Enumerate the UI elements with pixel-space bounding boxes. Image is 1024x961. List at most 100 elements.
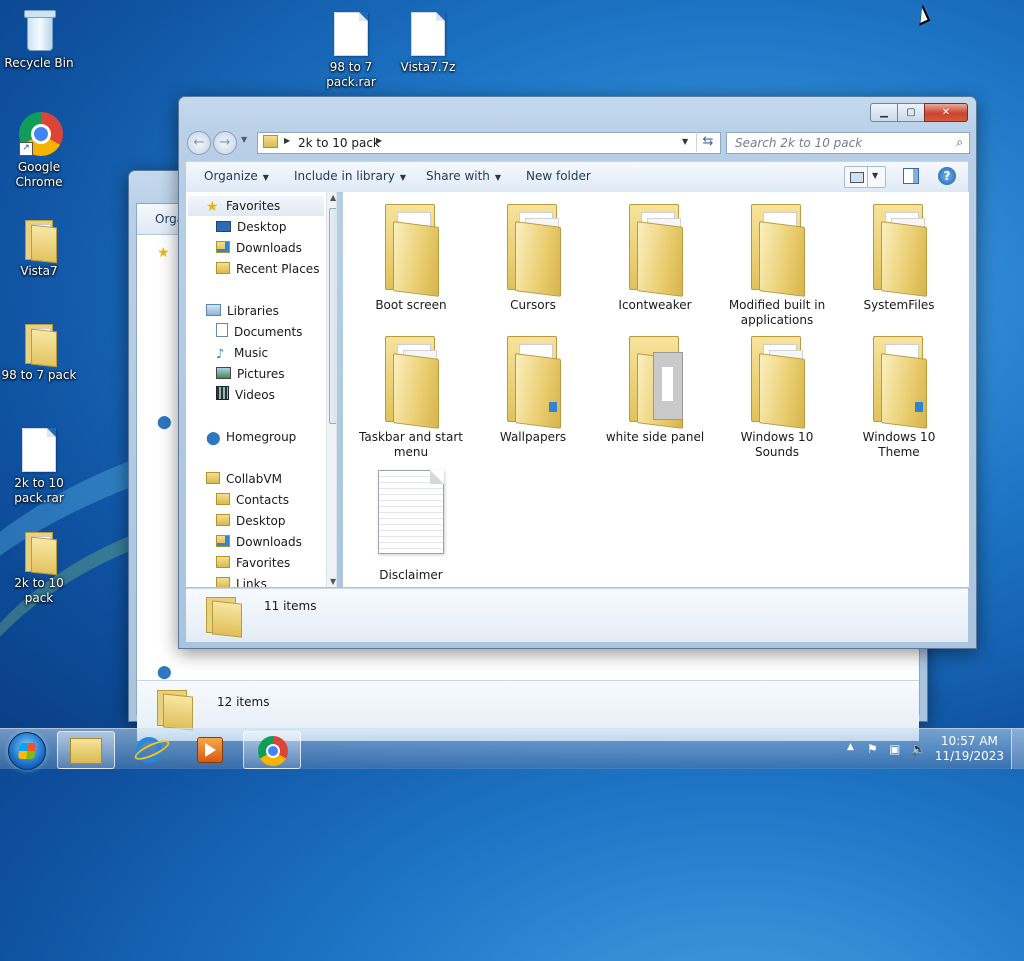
desktop-icon-98-to-7-pack-rar[interactable]: 98 to 7 pack.rar <box>313 12 389 90</box>
nav-user-folder[interactable]: CollabVM <box>206 469 282 489</box>
desktop-icon-98-to-7-pack[interactable]: 98 to 7 pack <box>1 320 77 383</box>
explorer-window[interactable]: ▁ ▢ ✕ ← → ▼ ▶ 2k to 10 pack ▶ ▼ ⇆ Search… <box>178 96 977 649</box>
address-bar[interactable]: ▶ 2k to 10 pack ▶ ▼ ⇆ <box>257 132 721 154</box>
desktop-icon <box>216 221 231 232</box>
show-hidden-icons-icon[interactable]: ▲ <box>847 742 854 752</box>
desktop-icon-google-chrome[interactable]: ↗ Google Chrome <box>1 112 77 190</box>
volume-muted-icon[interactable]: 🔈 <box>911 742 926 756</box>
help-icon[interactable]: ? <box>938 167 956 185</box>
videos-icon <box>216 386 229 400</box>
nav-videos[interactable]: Videos <box>216 385 275 405</box>
clock[interactable]: 10:57 AM 11/19/2023 <box>935 734 1004 764</box>
change-view-button[interactable]: ▼ <box>844 166 886 188</box>
desktop-icon-vista7[interactable]: Vista7 <box>1 216 77 279</box>
nav-libraries[interactable]: Libraries <box>206 301 279 321</box>
folder-icon <box>379 332 443 429</box>
folder-item[interactable]: Boot screen <box>359 200 463 313</box>
refresh-button[interactable]: ⇆ <box>696 132 719 152</box>
system-tray: ▲ ⚑ ▣ 🔈 10:57 AM 11/19/2023 <box>834 729 1024 769</box>
libraries-icon <box>206 304 221 316</box>
network-icon[interactable]: ▣ <box>889 742 900 756</box>
item-label: white side panel <box>605 430 705 444</box>
file-list: Boot screen Cursors Icontweaker Modified… <box>343 192 969 587</box>
nav-desktop[interactable]: Desktop <box>216 217 287 237</box>
nav-links[interactable]: Links <box>216 574 267 587</box>
nav-favorites[interactable]: ★ Favorites <box>188 196 324 216</box>
user-folder-icon <box>206 472 220 484</box>
desktop-icon-vista7-7z[interactable]: Vista7.7z <box>390 12 466 75</box>
pictures-icon <box>216 367 231 379</box>
star-icon: ★ <box>157 245 170 261</box>
show-desktop-button[interactable] <box>1011 729 1024 769</box>
nav-downloads[interactable]: Downloads <box>216 238 302 258</box>
folder-item[interactable]: Windows 10 Theme <box>847 332 951 460</box>
folder-item[interactable]: Cursors <box>481 200 585 313</box>
action-center-flag-icon[interactable]: ⚑ <box>867 742 878 756</box>
close-button[interactable]: ✕ <box>924 103 968 122</box>
navigation-pane: ★ Favorites Desktop Downloads Recent Plac… <box>186 192 337 587</box>
nav-music[interactable]: ♪ Music <box>216 343 268 363</box>
minimize-button[interactable]: ▁ <box>870 103 897 122</box>
folder-item[interactable]: Icontweaker <box>603 200 707 313</box>
desktop-icon-label: Vista7.7z <box>400 60 456 74</box>
folder-item[interactable]: Modified built in applications <box>725 200 829 328</box>
file-icon <box>334 12 368 56</box>
organize-button[interactable]: Organize ▼ <box>204 169 269 183</box>
breadcrumb-chevron-icon[interactable]: ▶ <box>284 136 290 145</box>
scroll-thumb[interactable] <box>329 208 336 424</box>
desktop-icon-2k-to-10-pack[interactable]: 2k to 10 pack <box>1 528 77 606</box>
taskbar-internet-explorer[interactable] <box>121 731 177 767</box>
window-controls: ▁ ▢ ✕ <box>870 103 968 122</box>
nav-user-downloads[interactable]: Downloads <box>216 532 302 552</box>
taskbar-explorer[interactable] <box>57 731 115 769</box>
taskbar-media-player[interactable] <box>181 731 237 767</box>
folder-icon <box>501 332 565 429</box>
search-input[interactable]: Search 2k to 10 pack ⌕ <box>726 132 970 154</box>
item-label: Windows 10 Theme <box>862 430 936 459</box>
file-icon <box>22 428 56 472</box>
nav-documents[interactable]: Documents <box>216 322 302 342</box>
new-folder-button[interactable]: New folder <box>526 169 591 183</box>
nav-recent-places[interactable]: Recent Places <box>216 259 319 279</box>
file-item[interactable]: Disclaimer <box>359 464 463 583</box>
back-button[interactable]: ← <box>187 131 211 155</box>
breadcrumb-item[interactable]: 2k to 10 pack <box>298 136 380 150</box>
maximize-button[interactable]: ▢ <box>897 103 924 122</box>
folder-item[interactable]: Taskbar and start menu <box>359 332 463 460</box>
nav-user-favorites[interactable]: Favorites <box>216 553 290 573</box>
nav-contacts[interactable]: Contacts <box>216 490 289 510</box>
scroll-up-icon: ▲ <box>330 193 337 202</box>
folder-item[interactable]: white side panel <box>603 332 707 445</box>
nav-pictures[interactable]: Pictures <box>216 364 285 384</box>
text-file-icon <box>378 470 444 554</box>
item-label: Disclaimer <box>379 568 443 582</box>
desktop-icon-label: Vista7 <box>20 264 58 278</box>
nav-homegroup[interactable]: ⬤ Homegroup <box>206 427 296 447</box>
forward-button[interactable]: → <box>213 131 237 155</box>
chevron-down-icon: ▼ <box>494 173 502 182</box>
shortcut-arrow-icon: ↗ <box>19 142 33 156</box>
folder-item[interactable]: SystemFiles <box>847 200 951 313</box>
recent-pages-dropdown[interactable]: ▼ <box>241 135 247 144</box>
taskbar-chrome[interactable] <box>243 731 301 769</box>
nav-scrollbar[interactable]: ▲ ▼ <box>326 192 337 587</box>
start-button[interactable] <box>8 732 46 770</box>
share-with-button[interactable]: Share with ▼ <box>426 169 501 183</box>
desktop-icon-label: 98 to 7 pack <box>1 368 77 382</box>
folder-icon <box>263 135 278 148</box>
nav-user-desktop[interactable]: Desktop <box>216 511 286 531</box>
folder-item[interactable]: Wallpapers <box>481 332 585 445</box>
chevron-down-icon: ▼ <box>262 173 269 182</box>
address-dropdown-icon[interactable]: ▼ <box>682 137 688 146</box>
breadcrumb-chevron-icon[interactable]: ▶ <box>376 136 382 145</box>
item-label: Icontweaker <box>618 298 692 312</box>
search-icon[interactable]: ⌕ <box>956 135 963 150</box>
desktop-icon-recycle-bin[interactable]: Recycle Bin <box>1 8 77 71</box>
folder-item[interactable]: Windows 10 Sounds <box>725 332 829 460</box>
folder-icon <box>216 514 230 526</box>
folder-icon <box>623 200 687 297</box>
desktop-icon-2k-to-10-pack-rar[interactable]: 2k to 10 pack.rar <box>1 428 77 506</box>
folder-icon <box>23 320 57 368</box>
preview-pane-button[interactable] <box>903 168 919 184</box>
include-in-library-button[interactable]: Include in library ▼ <box>294 169 406 183</box>
